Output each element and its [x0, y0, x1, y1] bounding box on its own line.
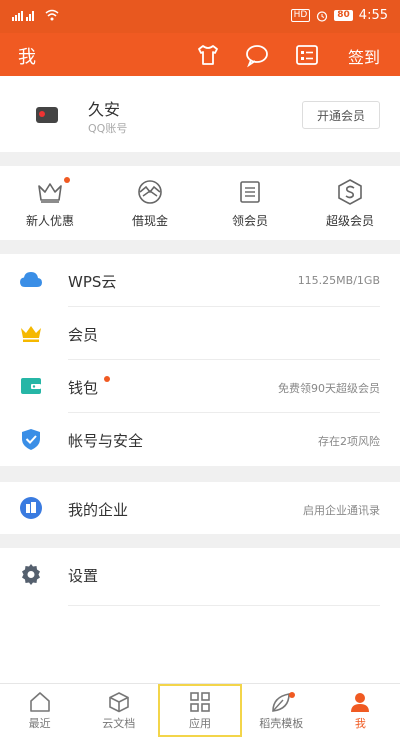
- app-bar: 我 签到: [0, 33, 400, 76]
- page-title: 我: [18, 47, 36, 68]
- gear-icon: [22, 564, 40, 585]
- settings-section: 设置: [0, 548, 400, 683]
- signal-icon: [12, 11, 34, 21]
- signin-button[interactable]: 签到: [348, 44, 380, 68]
- templates-new-dot: [288, 692, 295, 698]
- tab-label: 最近: [28, 716, 51, 730]
- super-member-icon: [338, 179, 362, 205]
- menu-label: 我的企业: [68, 501, 129, 519]
- menu-wps-cloud[interactable]: WPS云 115.25MB/1GB: [0, 254, 400, 307]
- crown-icon: [21, 326, 41, 342]
- user-icon: [351, 692, 370, 712]
- cube-icon: [108, 691, 129, 712]
- skin-shirt-icon[interactable]: [195, 42, 221, 68]
- task-list-icon[interactable]: [294, 42, 320, 68]
- quick-label: 借现金: [131, 214, 168, 228]
- menu-label: 设置: [68, 567, 99, 585]
- account-type: QQ账号: [88, 122, 128, 135]
- home-icon: [29, 691, 50, 712]
- enterprise-section: 我的企业 启用企业通讯录: [0, 482, 400, 534]
- quick-label: 领会员: [231, 214, 268, 228]
- cloud-usage: 115.25MB/1GB: [297, 274, 380, 287]
- crown-icon: [38, 183, 62, 203]
- menu-settings[interactable]: 设置: [0, 548, 400, 606]
- menu-wallet[interactable]: 钱包 免费领90天超级会员: [0, 360, 400, 413]
- quick-label: 新人优惠: [25, 214, 74, 228]
- quick-newcomer-offer[interactable]: 新人优惠: [0, 166, 100, 240]
- tab-label: 云文档: [102, 716, 136, 730]
- wallet-icon: [21, 378, 41, 394]
- user-name: 久安: [88, 100, 121, 119]
- menu-member[interactable]: 会员: [0, 307, 400, 360]
- menu-account-security[interactable]: 帐号与安全 存在2项风险: [0, 413, 400, 466]
- quick-borrow-cash[interactable]: 借现金: [100, 166, 200, 240]
- battery-level: 80: [334, 10, 353, 21]
- alarm-icon: [317, 10, 328, 22]
- tab-cloud-docs[interactable]: 云文档: [79, 684, 158, 737]
- new-dot: [64, 177, 70, 183]
- quick-super-member[interactable]: 超级会员: [300, 166, 400, 240]
- quick-actions: 新人优惠 借现金 领会员 超级会员: [0, 166, 400, 240]
- profile-card[interactable]: 久安 QQ账号 开通会员: [0, 76, 400, 152]
- menu-label: 帐号与安全: [68, 432, 144, 450]
- enterprise-icon: [20, 497, 42, 519]
- tab-recent[interactable]: 最近: [0, 684, 79, 737]
- quick-get-member[interactable]: 领会员: [200, 166, 300, 240]
- status-bar: HD 80 4:55: [0, 0, 400, 33]
- quick-label: 超级会员: [325, 214, 374, 228]
- hd-badge: HD: [290, 9, 311, 22]
- wifi-icon: [45, 9, 59, 21]
- card-list-icon: [240, 181, 260, 203]
- menu-my-enterprise[interactable]: 我的企业 启用企业通讯录: [0, 482, 400, 534]
- signal-indicators: [12, 9, 59, 21]
- settings-list: WPS云 115.25MB/1GB 会员 钱包 免费领90天超级会员 帐号与安全…: [0, 254, 400, 466]
- menu-label: 钱包: [68, 379, 99, 397]
- enterprise-hint: 启用企业通讯录: [303, 504, 380, 517]
- tab-label: 稻壳模板: [259, 716, 304, 730]
- message-icon[interactable]: [244, 42, 270, 68]
- bottom-nav: 最近 云文档 应用 稻壳模板 我: [0, 683, 400, 737]
- menu-label: WPS云: [68, 273, 117, 291]
- security-risk: 存在2项风险: [318, 435, 380, 448]
- tab-apps[interactable]: 应用: [158, 684, 242, 737]
- menu-label: 会员: [68, 326, 99, 344]
- tab-label: 我: [354, 716, 366, 730]
- tab-me[interactable]: 我: [321, 684, 400, 737]
- open-vip-button[interactable]: 开通会员: [302, 101, 380, 129]
- wallet-promo: 免费领90天超级会员: [278, 382, 380, 395]
- cloud-icon: [20, 272, 42, 287]
- grid-icon: [190, 691, 210, 712]
- shield-icon: [22, 429, 40, 450]
- clock: 4:55: [358, 8, 388, 23]
- avatar[interactable]: [22, 90, 72, 140]
- wallet-new-dot: [104, 376, 110, 382]
- tab-templates[interactable]: 稻壳模板: [242, 684, 321, 737]
- money-coin-icon: [138, 180, 162, 204]
- tab-label: 应用: [189, 716, 211, 730]
